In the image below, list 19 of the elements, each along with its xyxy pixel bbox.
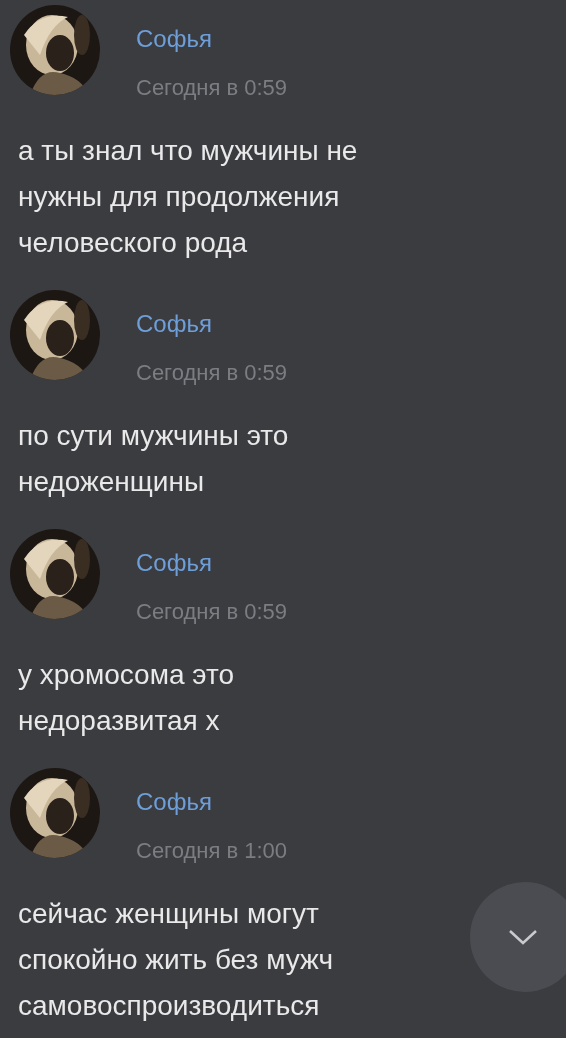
chevron-down-icon [508,928,538,946]
message-text: спокойно жить без мужч [18,943,335,977]
author-name[interactable]: Софья [136,310,288,338]
author-name[interactable]: Софья [136,549,288,577]
message-text: самовоспроизводиться [18,989,321,1023]
message-text: сейчас женщины могут [18,897,320,931]
message-text: недоженщины [18,465,206,499]
message-text: у хромосома это [18,658,235,692]
message-text: а ты знал что мужчины не [18,134,359,168]
author-name[interactable]: Софья [136,788,288,816]
message-text: по сути мужчины это [18,419,290,453]
message-time: Сегодня в 0:59 [136,360,288,386]
author-name[interactable]: Софья [136,25,288,53]
message-time: Сегодня в 1:00 [136,838,288,864]
message-text: недоразвитая х [18,704,221,738]
message-text: нужны для продолжения [18,180,341,214]
message-text: человеского рода [18,226,249,260]
message-time: Сегодня в 0:59 [136,599,288,625]
message-time: Сегодня в 0:59 [136,75,288,101]
